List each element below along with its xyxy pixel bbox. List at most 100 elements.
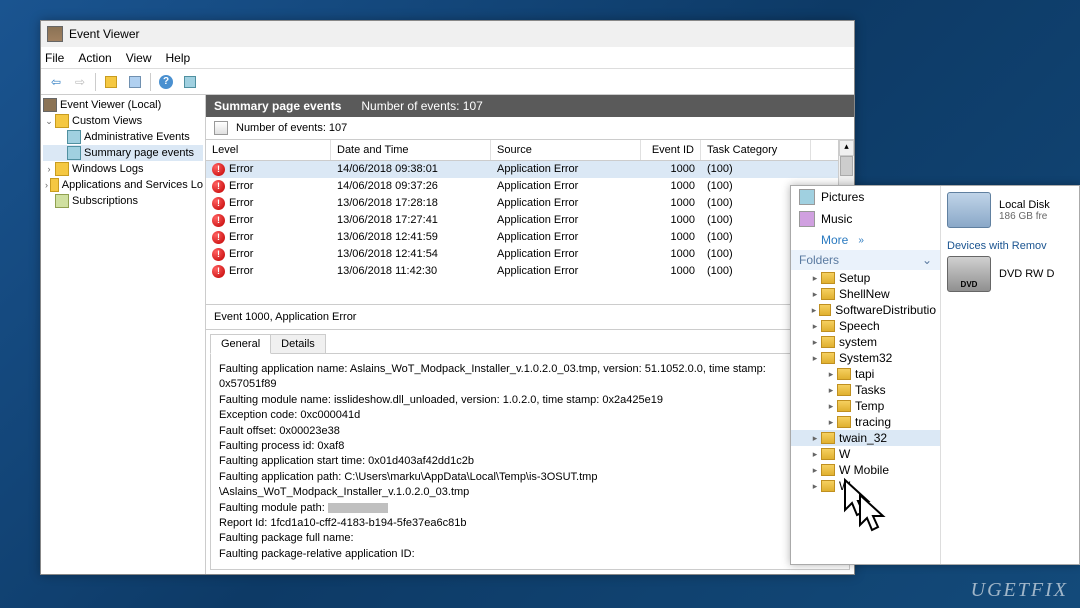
table-row[interactable]: !Error13/06/2018 12:41:54Application Err… <box>206 246 854 263</box>
dvd-drive-item[interactable]: DVD DVD RW D <box>947 256 1073 292</box>
drive-icon <box>947 192 991 228</box>
panel-title: Summary page events <box>214 99 341 113</box>
col-source-header[interactable]: Source <box>491 140 641 160</box>
folders-header[interactable]: Folders ⌄ <box>791 250 940 270</box>
table-row[interactable]: !Error13/06/2018 17:28:18Application Err… <box>206 195 854 212</box>
folder-item[interactable]: ▸Speech <box>791 318 940 334</box>
table-body[interactable]: !Error14/06/2018 09:38:01Application Err… <box>206 161 854 280</box>
folder-label: ShellNew <box>839 287 890 301</box>
view-icon <box>67 130 81 144</box>
table-row[interactable]: !Error14/06/2018 09:38:01Application Err… <box>206 161 854 178</box>
folder-item[interactable]: ▸ ShellNew <box>791 286 940 302</box>
tree-subscriptions[interactable]: Subscriptions <box>43 193 203 209</box>
forward-button[interactable]: ⇨ <box>69 72 91 92</box>
tree-windows-logs[interactable]: › Windows Logs <box>43 161 203 177</box>
expand-icon[interactable]: ▸ <box>809 320 821 332</box>
detail-line: Faulting package full name: <box>219 531 841 546</box>
expand-icon[interactable]: ▸ <box>809 480 821 492</box>
tree-custom-views[interactable]: ⌄ Custom Views <box>43 113 203 129</box>
scroll-thumb[interactable] <box>840 156 853 176</box>
folder-label: Temp <box>855 399 884 413</box>
help-button[interactable]: ? <box>155 72 177 92</box>
tree-summary-page-events[interactable]: Summary page events <box>43 145 203 161</box>
table-row[interactable]: !Error14/06/2018 09:37:26Application Err… <box>206 178 854 195</box>
col-task-header[interactable]: Task Category <box>701 140 811 160</box>
folder-item[interactable]: ▸System32 <box>791 350 940 366</box>
nav-music[interactable]: Music <box>791 208 940 230</box>
col-level-header[interactable]: Level <box>206 140 331 160</box>
menu-view[interactable]: View <box>126 51 152 65</box>
explorer-content[interactable]: Local Disk 186 GB fre Devices with Remov… <box>941 186 1079 564</box>
folder-icon <box>821 288 835 300</box>
folder-icon <box>821 480 835 492</box>
scroll-up-button[interactable]: ▴ <box>839 140 854 156</box>
explorer-nav-pane[interactable]: Pictures Music More » Folders ⌄ ▸Setup▸S… <box>791 186 941 564</box>
folder-item[interactable]: ▸Setup <box>791 270 940 286</box>
expand-icon[interactable]: ▸ <box>825 368 837 380</box>
folder-item[interactable]: ▸W <box>791 478 940 494</box>
expand-icon[interactable]: ▸ <box>809 432 821 444</box>
folder-item[interactable]: ▸tracing <box>791 414 940 430</box>
navigation-tree[interactable]: Event Viewer (Local) ⌄ Custom Views Admi… <box>41 95 206 574</box>
expand-icon[interactable]: ▸ <box>809 304 819 316</box>
nav-more[interactable]: More » <box>791 230 940 250</box>
menu-help[interactable]: Help <box>166 51 191 65</box>
folder-tree[interactable]: ▸Setup▸ShellNew▸SoftwareDistributio▸Spee… <box>791 270 940 494</box>
expand-icon[interactable]: ▸ <box>809 288 821 300</box>
detail-line: Faulting module name: isslideshow.dll_un… <box>219 393 841 408</box>
detail-line: Faulting application path: C:\Users\mark… <box>219 470 841 485</box>
back-button[interactable]: ⇦ <box>45 72 67 92</box>
expand-icon[interactable]: › <box>43 179 50 191</box>
export-button[interactable] <box>179 72 201 92</box>
detail-content[interactable]: Faulting application name: Aslains_WoT_M… <box>210 353 850 570</box>
table-row[interactable]: !Error13/06/2018 11:42:30Application Err… <box>206 263 854 280</box>
menu-action[interactable]: Action <box>78 51 111 65</box>
show-hide-tree-button[interactable] <box>100 72 122 92</box>
table-row[interactable]: !Error13/06/2018 17:27:41Application Err… <box>206 212 854 229</box>
folder-icon <box>50 178 59 192</box>
tab-general[interactable]: General <box>210 334 271 354</box>
folder-item[interactable]: ▸tapi <box>791 366 940 382</box>
folder-icon <box>821 272 835 284</box>
folder-item[interactable]: ▸W Mobile <box>791 462 940 478</box>
local-disk-item[interactable]: Local Disk 186 GB fre <box>947 192 1073 228</box>
folder-icon <box>837 384 851 396</box>
properties-button[interactable] <box>124 72 146 92</box>
tree-label: Administrative Events <box>84 131 190 143</box>
expand-icon[interactable]: ▸ <box>809 336 821 348</box>
detail-line: Exception code: 0xc000041d <box>219 408 841 423</box>
expand-icon[interactable]: › <box>43 163 55 175</box>
folder-item[interactable]: ▸W <box>791 446 940 462</box>
title-bar[interactable]: Event Viewer <box>41 21 854 47</box>
tree-root-label: Event Viewer (Local) <box>60 99 161 111</box>
expand-icon[interactable]: ▸ <box>825 416 837 428</box>
expand-icon[interactable]: ▸ <box>809 448 821 460</box>
main-area: Event Viewer (Local) ⌄ Custom Views Admi… <box>41 95 854 574</box>
folder-item[interactable]: ▸Tasks <box>791 382 940 398</box>
menu-file[interactable]: File <box>45 51 64 65</box>
folder-item[interactable]: ▸ Temp <box>791 398 940 414</box>
tree-root[interactable]: Event Viewer (Local) <box>43 97 203 113</box>
folder-item[interactable]: ▸SoftwareDistributio <box>791 302 940 318</box>
folder-item[interactable]: ▸twain_32 <box>791 430 940 446</box>
expand-icon[interactable]: ▸ <box>809 272 821 284</box>
detail-header: Event 1000, Application Error <box>206 305 854 330</box>
col-eventid-header[interactable]: Event ID <box>641 140 701 160</box>
filter-icon[interactable] <box>214 121 228 135</box>
tab-details[interactable]: Details <box>270 334 326 354</box>
window-title: Event Viewer <box>69 27 139 41</box>
expand-icon[interactable]: ▸ <box>809 464 821 476</box>
tree-administrative-events[interactable]: Administrative Events <box>43 129 203 145</box>
collapse-icon[interactable]: ⌄ <box>43 115 55 127</box>
tree-label: Custom Views <box>72 115 142 127</box>
expand-icon[interactable]: ▸ <box>809 352 821 364</box>
tree-applications-services[interactable]: › Applications and Services Lo <box>43 177 203 193</box>
folder-item[interactable]: ▸system <box>791 334 940 350</box>
expand-icon[interactable]: ▸ <box>825 384 837 396</box>
nav-pictures[interactable]: Pictures <box>791 186 940 208</box>
col-date-header[interactable]: Date and Time <box>331 140 491 160</box>
table-row[interactable]: !Error13/06/2018 12:41:59Application Err… <box>206 229 854 246</box>
tree-label: Summary page events <box>84 147 194 159</box>
expand-icon[interactable]: ▸ <box>825 400 837 412</box>
error-icon: ! <box>212 180 225 193</box>
